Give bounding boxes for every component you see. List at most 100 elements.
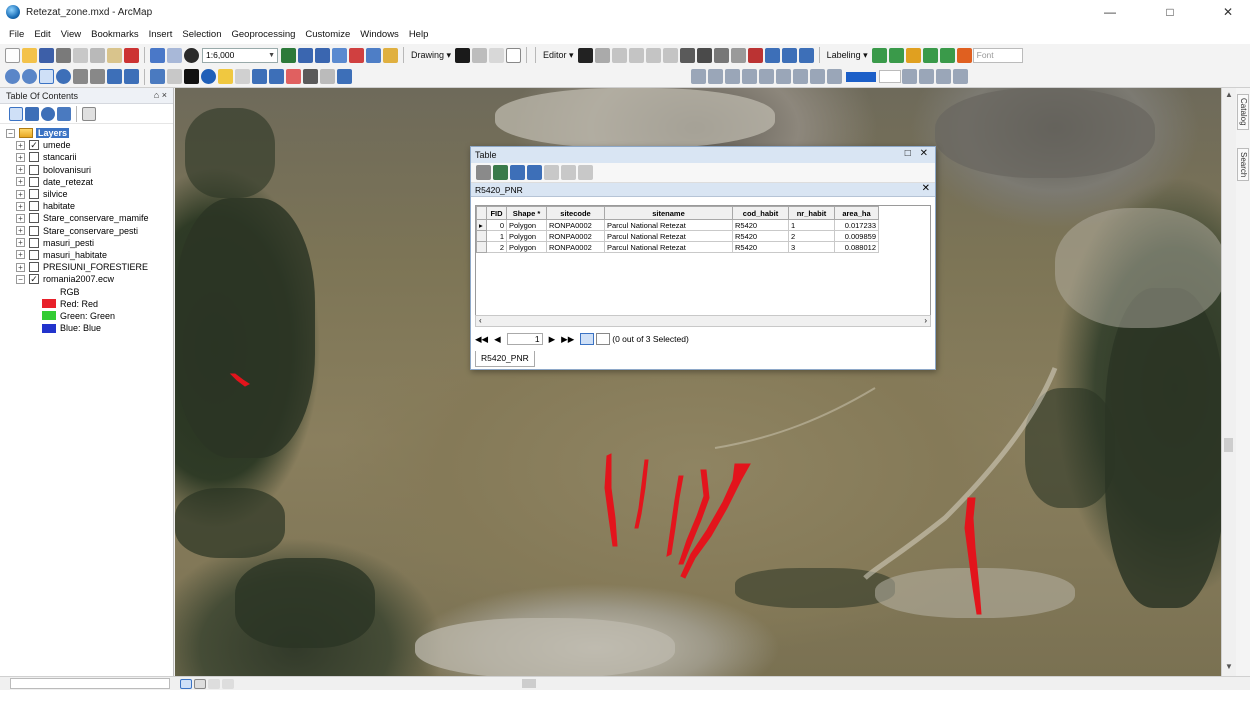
full-extent-icon[interactable] bbox=[56, 69, 71, 84]
expand-icon[interactable]: + bbox=[16, 140, 25, 150]
table-cell[interactable]: R5420 bbox=[732, 241, 789, 253]
scroll-down-icon[interactable]: ▼ bbox=[1222, 662, 1236, 671]
map-vertical-scrollbar[interactable]: ▲ ▼ bbox=[1221, 88, 1235, 676]
create-viewer-icon[interactable] bbox=[337, 69, 352, 84]
table-options-icon[interactable] bbox=[476, 165, 491, 180]
expand-icon[interactable]: + bbox=[16, 262, 25, 272]
layer-visibility-checkbox[interactable] bbox=[29, 152, 39, 163]
hyperlink-icon[interactable] bbox=[218, 69, 233, 84]
layer-name[interactable]: bolovanisuri bbox=[43, 165, 91, 175]
drawing-menu[interactable]: Drawing ▾ bbox=[408, 50, 454, 61]
time-slider-icon[interactable] bbox=[320, 69, 335, 84]
layer-visibility-checkbox[interactable] bbox=[29, 189, 39, 200]
table-cell[interactable]: Polygon bbox=[506, 230, 547, 242]
delete-icon[interactable] bbox=[124, 47, 139, 63]
clear-selection-table-icon[interactable] bbox=[544, 165, 559, 180]
data-view-icon[interactable] bbox=[180, 678, 192, 689]
menu-geoprocessing[interactable]: Geoprocessing bbox=[226, 29, 300, 40]
editor-toolbar-icon[interactable] bbox=[281, 47, 296, 63]
layout-zoom-in-icon[interactable] bbox=[691, 69, 706, 84]
list-by-selection-icon[interactable] bbox=[57, 106, 71, 121]
rgb-band-row[interactable]: Green: Green bbox=[0, 310, 173, 322]
horizontal-scroll-thumb[interactable] bbox=[522, 679, 536, 688]
scroll-right-icon[interactable]: › bbox=[924, 316, 927, 325]
table-tab-close-icon[interactable]: ✕ bbox=[922, 183, 930, 194]
identify-icon[interactable] bbox=[201, 69, 216, 84]
column-header-fid[interactable]: FID bbox=[486, 206, 507, 220]
table-cell[interactable]: RONPA0002 bbox=[546, 219, 605, 231]
layer-name[interactable]: date_retezat bbox=[43, 177, 93, 187]
cut-polygons-icon[interactable] bbox=[713, 47, 729, 63]
table-cell[interactable]: 0 bbox=[486, 219, 507, 231]
pause-labeling-icon[interactable] bbox=[922, 47, 938, 63]
find-route-icon[interactable] bbox=[286, 69, 301, 84]
menu-help[interactable]: Help bbox=[404, 29, 434, 40]
view-unplaced-labels-icon[interactable] bbox=[905, 47, 921, 63]
scroll-thumb[interactable] bbox=[1224, 438, 1233, 452]
clear-selection-icon[interactable] bbox=[167, 69, 182, 84]
scroll-left-icon[interactable]: ‹ bbox=[479, 316, 482, 325]
straight-segment-icon[interactable] bbox=[611, 47, 627, 63]
rotate-feature-icon[interactable] bbox=[747, 47, 763, 63]
zoom-in-icon[interactable] bbox=[5, 69, 20, 84]
editor-menu[interactable]: Editor ▾ bbox=[540, 50, 577, 61]
column-header-nr-habit[interactable]: nr_habit bbox=[788, 206, 835, 220]
toggle-draft-icon[interactable] bbox=[902, 69, 917, 84]
layer-visibility-checkbox[interactable] bbox=[29, 225, 39, 236]
table-cell[interactable]: R5420 bbox=[732, 219, 789, 231]
expand-icon[interactable]: + bbox=[16, 165, 25, 175]
catalog-tab[interactable]: Catalog bbox=[1237, 94, 1249, 130]
layer-name[interactable]: stancarii bbox=[43, 152, 77, 162]
zoom-percent-select[interactable] bbox=[879, 70, 901, 83]
layer-name[interactable]: masuri_habitate bbox=[43, 250, 107, 260]
next-record-button[interactable]: ▶ bbox=[549, 334, 556, 345]
delete-selected-icon[interactable] bbox=[578, 165, 593, 180]
expand-icon[interactable]: − bbox=[16, 274, 25, 284]
layer-row[interactable]: + stancarii bbox=[0, 151, 173, 163]
layer-row[interactable]: + bolovanisuri bbox=[0, 164, 173, 176]
refresh-icon[interactable] bbox=[208, 678, 220, 689]
row-selector[interactable]: ▸ bbox=[476, 219, 487, 231]
table-cell[interactable]: 1 bbox=[788, 219, 835, 231]
close-button[interactable]: ✕ bbox=[1208, 0, 1248, 24]
expand-icon[interactable]: + bbox=[16, 226, 25, 236]
table-of-contents-icon[interactable] bbox=[298, 47, 313, 63]
lock-labels-icon[interactable] bbox=[888, 47, 904, 63]
table-window-titlebar[interactable]: Table □ ✕ bbox=[471, 147, 935, 163]
menu-windows[interactable]: Windows bbox=[355, 29, 404, 40]
rgb-band-row[interactable]: Blue: Blue bbox=[0, 322, 173, 334]
layout-zoom-out-icon[interactable] bbox=[708, 69, 723, 84]
edit-annotation-icon[interactable] bbox=[594, 47, 610, 63]
layer-name[interactable]: silvice bbox=[43, 189, 68, 199]
expand-icon[interactable]: + bbox=[16, 201, 25, 211]
layer-row[interactable]: + date_retezat bbox=[0, 176, 173, 188]
catalog-icon[interactable] bbox=[315, 47, 330, 63]
first-record-button[interactable]: ◀◀ bbox=[475, 334, 488, 345]
table-horizontal-scrollbar[interactable]: ‹ › bbox=[475, 315, 931, 327]
table-cell[interactable]: RONPA0002 bbox=[546, 230, 605, 242]
point-icon[interactable] bbox=[662, 47, 678, 63]
layer-row[interactable]: + masuri_habitate bbox=[0, 249, 173, 261]
show-all-records-button[interactable] bbox=[580, 333, 595, 345]
table-bottom-tab[interactable]: R5420_PNR bbox=[475, 351, 535, 367]
model-builder-icon[interactable] bbox=[383, 47, 398, 63]
table-cell[interactable]: Polygon bbox=[506, 219, 547, 231]
save-icon[interactable] bbox=[39, 47, 54, 63]
print-icon[interactable] bbox=[56, 47, 71, 63]
zoom-percent-bar[interactable] bbox=[846, 71, 876, 82]
fixed-zoom-out-layout-icon[interactable] bbox=[793, 69, 808, 84]
expand-icon[interactable]: + bbox=[16, 189, 25, 199]
layers-root[interactable]: − Layers bbox=[0, 127, 173, 139]
copy-icon[interactable] bbox=[90, 47, 105, 63]
layer-row[interactable]: − ✓ romania2007.ecw bbox=[0, 273, 173, 285]
table-cell[interactable]: R5420 bbox=[732, 230, 789, 242]
column-header-sitename[interactable]: sitename bbox=[604, 206, 733, 220]
layer-visibility-checkbox[interactable] bbox=[29, 176, 39, 187]
undo-icon[interactable] bbox=[150, 47, 165, 63]
related-tables-icon[interactable] bbox=[493, 165, 508, 180]
scroll-up-icon[interactable]: ▲ bbox=[1222, 90, 1236, 99]
layer-name[interactable]: Stare_conservare_pesti bbox=[43, 226, 138, 236]
table-cell[interactable]: Parcul National Retezat bbox=[604, 241, 733, 253]
table-cell[interactable]: 2 bbox=[788, 230, 835, 242]
pan-icon[interactable] bbox=[39, 69, 54, 84]
